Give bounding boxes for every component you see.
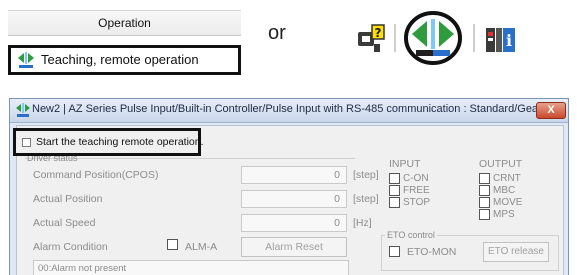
teaching-start-option[interactable]: Start the teaching remote operation. [13, 128, 204, 156]
teaching-remote-window: New2 | AZ Series Pulse Input/Built-in Co… [9, 98, 569, 275]
window-close-button[interactable]: X [536, 102, 566, 119]
alarm-reset-button[interactable]: Alarm Reset [241, 237, 347, 257]
input-free-checkbox [389, 185, 400, 196]
alm-a-checkbox [167, 239, 178, 250]
device-info-icon[interactable]: i [484, 24, 516, 56]
actual-speed-unit: [Hz] [353, 217, 372, 229]
output-mbc-checkbox [479, 185, 490, 196]
input-stop-label: STOP [403, 197, 431, 208]
toolbar-separator [394, 24, 396, 52]
operation-menu: Operation Teaching, remote operation [8, 10, 241, 75]
or-separator-text: or [268, 22, 286, 44]
input-free-label: FREE [403, 185, 430, 196]
alm-a-label: ALM-A [185, 241, 218, 253]
input-heading: INPUT [389, 158, 421, 170]
command-position-unit: [step] [353, 169, 379, 181]
output-mbc-label: MBC [493, 185, 516, 196]
output-mps-checkbox [479, 209, 490, 220]
eto-control-caption: ETO control [385, 230, 437, 240]
row-label-command-position: Command Position(CPOS) [33, 169, 159, 181]
connection-help-icon[interactable]: ? [356, 22, 388, 54]
actual-position-unit: [step] [353, 193, 379, 205]
output-heading: OUTPUT [479, 158, 523, 170]
teaching-remote-icon [18, 52, 34, 68]
svg-text:i: i [506, 31, 512, 50]
alarm-status-text: 00:Alarm not present [33, 260, 349, 275]
eto-mon-label: ETO-MON [407, 246, 457, 258]
menu-item-teaching-remote[interactable]: Teaching, remote operation [8, 45, 241, 75]
output-move-checkbox [479, 197, 490, 208]
menu-header-operation: Operation [8, 10, 241, 36]
teaching-remote-icon [16, 103, 30, 117]
eto-mon-checkbox [389, 246, 400, 257]
window-title-bar: New2 | AZ Series Pulse Input/Built-in Co… [10, 99, 568, 123]
output-crnt-label: CRNT [493, 173, 521, 184]
menu-item-label: Teaching, remote operation [41, 52, 199, 67]
alarm-condition-label: Alarm Condition [33, 241, 108, 253]
toolbar-separator [473, 24, 475, 52]
actual-position-value: 0 [241, 190, 347, 208]
window-title: New2 | AZ Series Pulse Input/Built-in Co… [32, 103, 551, 115]
output-mps-label: MPS [493, 209, 515, 220]
teaching-start-checkbox[interactable] [22, 138, 31, 147]
window-body: Start the teaching remote operation. Dri… [13, 125, 564, 275]
command-position-value: 0 [241, 166, 347, 184]
input-c-on-label: C-ON [403, 173, 429, 184]
actual-speed-value: 0 [241, 214, 347, 232]
row-label-actual-speed: Actual Speed [33, 217, 96, 229]
input-c-on-checkbox [389, 173, 400, 184]
svg-text:?: ? [375, 26, 382, 40]
output-crnt-checkbox [479, 173, 490, 184]
teaching-start-label: Start the teaching remote operation. [36, 136, 204, 148]
row-label-actual-position: Actual Position [33, 193, 103, 205]
eto-release-button[interactable]: ETO release [483, 242, 549, 262]
teaching-remote-icon[interactable] [403, 10, 463, 66]
output-move-label: MOVE [493, 197, 523, 208]
input-stop-checkbox [389, 197, 400, 208]
